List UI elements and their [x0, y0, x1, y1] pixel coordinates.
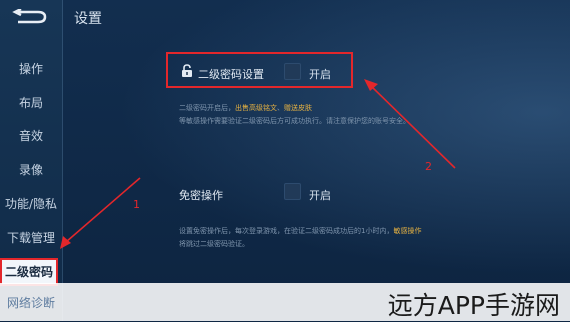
annotation-arrows	[60, 79, 456, 249]
arrow-1-line	[65, 177, 141, 243]
annotation-number-2: 2	[425, 160, 432, 173]
arrow-2-line	[370, 85, 456, 169]
arrow-2-head	[364, 79, 378, 91]
sidebar-item-network[interactable]: 网络诊断	[0, 294, 62, 311]
watermark-text: 远方APP手游网	[387, 291, 560, 320]
annotation-number-1: 1	[133, 198, 140, 211]
arrow-1-head	[60, 236, 71, 249]
watermark-band: 远方APP手游网	[0, 283, 570, 321]
